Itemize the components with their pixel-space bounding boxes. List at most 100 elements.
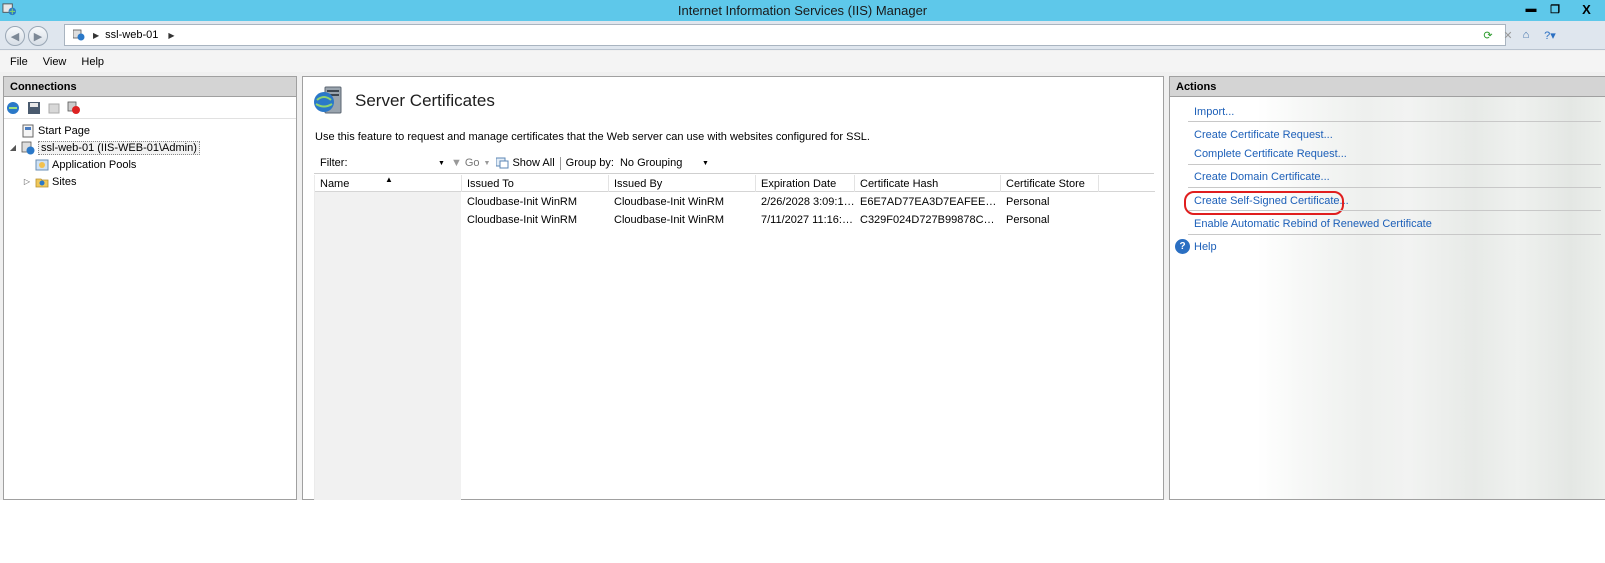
help-dropdown-icon[interactable]: ?▾: [1542, 27, 1558, 43]
breadcrumb-arrow-icon[interactable]: ▶: [168, 31, 174, 40]
action-complete-certificate-request[interactable]: Complete Certificate Request...: [1194, 148, 1347, 160]
filter-toolbar: Filter: ▼ ▼ Go ▼ Show All Group by: No G…: [314, 153, 1154, 174]
column-header-expiration-date[interactable]: Expiration Date: [756, 175, 855, 192]
tree-item-sites[interactable]: ▷ Sites: [8, 173, 296, 190]
title-bar: Internet Information Services (IIS) Mana…: [0, 0, 1605, 21]
list-header: Name ▲ Issued To Issued By Expiration Da…: [315, 175, 1155, 192]
refresh-icon[interactable]: ⟳: [1480, 27, 1496, 43]
cell-issued-to: Cloudbase-Init WinRM: [467, 196, 578, 208]
restore-button[interactable]: ❐: [1544, 0, 1566, 18]
tree-label: Sites: [52, 175, 77, 188]
table-row[interactable]: Cloudbase-Init WinRM Cloudbase-Init WinR…: [315, 193, 1155, 211]
show-all-button[interactable]: Show All: [512, 157, 554, 169]
menu-bar: File View Help: [0, 51, 1605, 72]
up-level-icon[interactable]: [46, 100, 62, 116]
menu-file[interactable]: File: [10, 56, 28, 68]
toolbar-separator: [559, 156, 561, 170]
cell-issued-by: Cloudbase-Init WinRM: [614, 196, 725, 208]
action-separator: [1188, 187, 1601, 188]
group-by-label: Group by:: [565, 157, 614, 169]
back-button[interactable]: ◀: [5, 26, 25, 46]
cell-certificate-hash: E6E7AD77EA3D7EAFEE3FA0D6...: [860, 196, 1000, 208]
help-icon: ?: [1175, 239, 1190, 254]
show-all-icon: [496, 157, 509, 169]
menu-view[interactable]: View: [43, 56, 67, 68]
actions-header: Actions: [1170, 77, 1605, 97]
name-column-shade: [315, 192, 461, 500]
filter-dropdown-icon[interactable]: ▼: [438, 160, 445, 167]
minimize-button[interactable]: ▬: [1520, 0, 1542, 18]
action-import[interactable]: Import...: [1194, 106, 1234, 118]
column-header-issued-to[interactable]: Issued To: [462, 175, 609, 192]
go-button[interactable]: Go: [465, 157, 480, 169]
tree-label: ssl-web-01 (IIS-WEB-01\Admin): [38, 140, 200, 155]
cell-issued-by: Cloudbase-Init WinRM: [614, 214, 725, 226]
group-by-select[interactable]: No Grouping: [620, 157, 702, 169]
cell-certificate-store: Personal: [1006, 214, 1050, 226]
connections-header: Connections: [4, 77, 296, 97]
address-bar[interactable]: ▶ ssl-web-01 ▶: [64, 24, 1506, 46]
stop-icon[interactable]: ✕: [1500, 27, 1516, 43]
connect-dropdown-icon[interactable]: [6, 100, 22, 116]
forward-button[interactable]: ▶: [28, 26, 48, 46]
app-pools-icon: [35, 159, 49, 170]
navigation-bar: ◀ ▶ ▶ ssl-web-01 ▶ ⟳ ✕ ⌂ ?▾: [0, 21, 1605, 50]
connections-toolbar: [4, 97, 296, 119]
connections-panel: Connections Start Page ◢ ssl-web-01 (IIS…: [3, 76, 297, 500]
tree-label: Start Page: [38, 124, 90, 137]
tree-item-application-pools[interactable]: Application Pools: [8, 156, 296, 173]
action-separator: [1188, 234, 1601, 235]
action-help[interactable]: Help: [1194, 241, 1217, 253]
minimize-icon: ▬: [1525, 3, 1537, 15]
save-icon[interactable]: [26, 100, 42, 116]
home-icon[interactable]: ⌂: [1518, 27, 1534, 43]
collapse-icon[interactable]: ◢: [8, 143, 18, 152]
tree-item-server[interactable]: ◢ ssl-web-01 (IIS-WEB-01\Admin): [8, 139, 296, 156]
cell-issued-to: Cloudbase-Init WinRM: [467, 214, 578, 226]
action-separator: [1188, 164, 1601, 165]
filter-label: Filter:: [320, 157, 348, 169]
column-header-issued-by[interactable]: Issued By: [609, 175, 756, 192]
page-title: Server Certificates: [355, 91, 495, 110]
tree-item-start-page[interactable]: Start Page: [8, 122, 296, 139]
iis-manager-window: Internet Information Services (IIS) Mana…: [0, 0, 1605, 500]
menu-help[interactable]: Help: [81, 56, 104, 68]
server-certificates-icon: [314, 86, 342, 114]
action-create-domain-certificate[interactable]: Create Domain Certificate...: [1194, 171, 1330, 183]
group-by-dropdown-icon[interactable]: ▼: [702, 160, 709, 167]
start-page-icon: [22, 124, 34, 137]
sites-folder-icon: [35, 178, 49, 187]
expand-icon[interactable]: ▷: [22, 177, 32, 186]
connections-tree: Start Page ◢ ssl-web-01 (IIS-WEB-01\Admi…: [4, 119, 296, 190]
cell-expiration-date: 7/11/2027 11:16:46...: [761, 214, 856, 226]
column-header-certificate-store[interactable]: Certificate Store: [1001, 175, 1099, 192]
sort-ascending-icon: ▲: [385, 175, 393, 184]
action-separator: [1188, 121, 1601, 122]
column-header-certificate-hash[interactable]: Certificate Hash: [855, 175, 1001, 192]
disconnect-icon[interactable]: [66, 100, 82, 116]
cell-certificate-hash: C329F024D727B99878C5CFB6...: [860, 214, 1000, 226]
tree-label: Application Pools: [52, 158, 137, 171]
action-create-certificate-request[interactable]: Create Certificate Request...: [1194, 129, 1333, 141]
server-icon: [21, 141, 35, 154]
close-button[interactable]: X: [1568, 0, 1605, 18]
cell-certificate-store: Personal: [1006, 196, 1050, 208]
close-icon: X: [1582, 1, 1591, 17]
go-dropdown-icon[interactable]: ▼: [484, 160, 491, 167]
table-row[interactable]: Cloudbase-Init WinRM Cloudbase-Init WinR…: [315, 211, 1155, 229]
breadcrumb-arrow-icon[interactable]: ▶: [93, 31, 99, 40]
back-arrow-icon: ◀: [10, 30, 20, 43]
highlight-annotation: [1184, 191, 1344, 215]
filter-input[interactable]: [352, 155, 438, 171]
feature-header: Server Certificates: [313, 85, 495, 117]
window-title: Internet Information Services (IIS) Mana…: [677, 3, 928, 18]
certificates-list: Name ▲ Issued To Issued By Expiration Da…: [314, 175, 1155, 500]
forward-arrow-icon: ▶: [33, 30, 43, 43]
column-header-name[interactable]: Name ▲: [315, 175, 462, 192]
funnel-icon: ▼: [450, 157, 462, 169]
action-enable-automatic-rebind[interactable]: Enable Automatic Rebind of Renewed Certi…: [1194, 218, 1432, 230]
action-separator: [1188, 210, 1601, 211]
breadcrumb-server[interactable]: ssl-web-01: [105, 29, 158, 41]
server-certificates-panel: Server Certificates Use this feature to …: [302, 76, 1164, 500]
feature-description: Use this feature to request and manage c…: [315, 131, 870, 143]
